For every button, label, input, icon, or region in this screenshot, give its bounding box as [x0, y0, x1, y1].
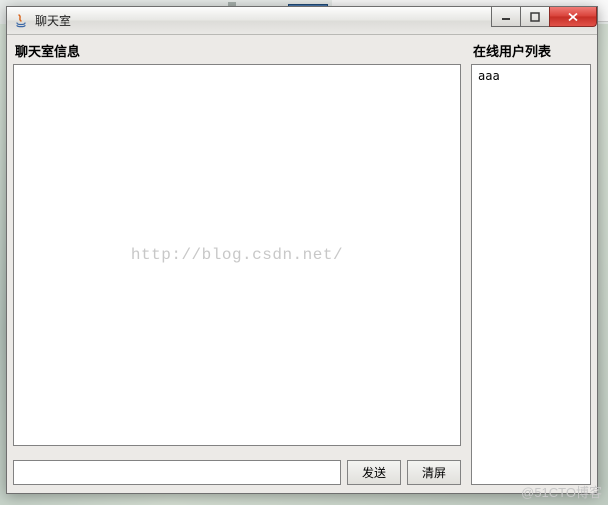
user-list[interactable]: aaa: [474, 67, 588, 85]
userlist-section-header: 在线用户列表: [471, 39, 591, 64]
chat-window: 聊天室 聊天室信息 http://blog.csdn.net/: [6, 6, 598, 494]
send-button[interactable]: 发送: [347, 460, 401, 485]
titlebar[interactable]: 聊天室: [7, 7, 597, 35]
java-icon: [13, 13, 29, 29]
chat-section-header: 聊天室信息: [13, 39, 461, 64]
input-row: 发送 清屏: [13, 460, 461, 485]
maximize-button[interactable]: [520, 7, 550, 27]
window-title: 聊天室: [35, 12, 71, 29]
minimize-button[interactable]: [491, 7, 521, 27]
chat-messages-panel: http://blog.csdn.net/: [13, 64, 461, 446]
userlist-panel: aaa: [471, 64, 591, 485]
clear-button[interactable]: 清屏: [407, 460, 461, 485]
window-controls: [492, 7, 597, 27]
close-button[interactable]: [549, 7, 597, 27]
maximize-icon: [530, 12, 540, 22]
chat-messages-area[interactable]: [16, 67, 458, 443]
message-input[interactable]: [13, 460, 341, 485]
user-list-item[interactable]: aaa: [478, 69, 584, 83]
right-column: 在线用户列表 aaa: [471, 39, 591, 485]
minimize-icon: [501, 12, 511, 22]
left-column: 聊天室信息 http://blog.csdn.net/ 发送 清屏: [13, 39, 461, 485]
client-area: 聊天室信息 http://blog.csdn.net/ 发送 清屏 在线用户列表…: [7, 35, 597, 493]
close-icon: [567, 12, 579, 22]
